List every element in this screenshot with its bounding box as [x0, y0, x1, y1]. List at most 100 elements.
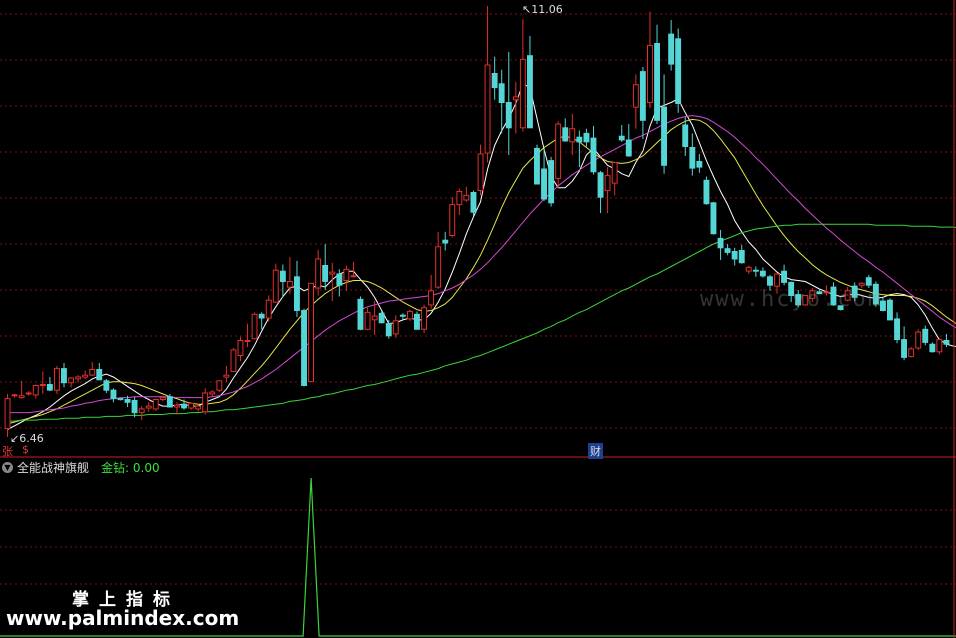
candle: [209, 390, 216, 397]
candle-body: [484, 64, 491, 154]
candle-body: [322, 265, 329, 282]
candle-body: [32, 385, 39, 396]
candle-body: [759, 270, 766, 277]
candle: [639, 66, 646, 140]
candle: [46, 377, 53, 392]
candle-body: [117, 398, 124, 401]
candle: [534, 144, 540, 185]
candle-body: [11, 394, 18, 397]
candle: [710, 201, 717, 235]
candle: [717, 229, 724, 260]
candle-body: [456, 191, 463, 206]
candle: [414, 311, 420, 330]
candle: [301, 308, 308, 387]
candle-body: [357, 298, 364, 330]
candle-body: [428, 290, 435, 306]
candle: [350, 261, 357, 278]
candle-body: [682, 124, 689, 147]
candle: [625, 124, 632, 157]
candle-body: [618, 135, 625, 141]
candle: [265, 295, 272, 322]
candle-body: [477, 153, 484, 191]
candle-body: [195, 405, 202, 410]
candle: [378, 311, 385, 324]
candle-body: [724, 248, 731, 253]
candle: [696, 154, 703, 173]
candle-body: [286, 281, 293, 288]
candle-body: [4, 398, 11, 430]
candle: [548, 156, 555, 207]
candle: [738, 244, 745, 264]
candle: [887, 298, 893, 321]
candle-body: [209, 391, 216, 395]
panel-frame: [0, 0, 956, 638]
candle: [237, 336, 244, 362]
candlesticks[interactable]: [4, 6, 950, 437]
candle-body: [569, 128, 576, 143]
candle-body: [915, 331, 922, 349]
candle: [576, 130, 583, 168]
indicator-value: 金钻: 0.00: [101, 461, 160, 475]
candle: [428, 274, 435, 309]
watermark-url: www.hcyo.com: [700, 287, 883, 312]
candle: [456, 188, 463, 215]
candle-body: [25, 392, 32, 395]
candle-body: [82, 374, 89, 378]
collapse-arrow-icon[interactable]: ▼: [2, 462, 13, 473]
candle-body: [159, 397, 166, 401]
candle-body: [138, 408, 145, 414]
candle: [308, 282, 315, 383]
candle: [4, 393, 11, 437]
candle: [611, 162, 618, 196]
candle: [752, 266, 759, 277]
candle: [498, 69, 505, 134]
candle: [590, 125, 597, 175]
candle: [54, 365, 60, 394]
candle: [279, 264, 286, 298]
candle: [25, 391, 32, 396]
candle-body: [378, 312, 385, 324]
event-mark-cai[interactable]: 财: [588, 443, 603, 459]
candle-body: [399, 314, 406, 317]
candle-body: [89, 369, 96, 376]
candle-body: [265, 299, 272, 319]
candle: [223, 365, 230, 382]
candle: [745, 265, 752, 274]
candle: [908, 347, 915, 358]
candle-body: [865, 277, 872, 286]
stock-chart: [0, 0, 956, 638]
candle-body: [703, 179, 710, 205]
candle: [689, 133, 696, 176]
candle-body: [647, 44, 653, 104]
candle-body: [498, 83, 505, 104]
price-grid: [0, 13, 956, 429]
candle: [632, 74, 639, 129]
candle-body: [124, 399, 131, 403]
candle-body: [371, 315, 378, 321]
candle-body: [901, 339, 907, 358]
candle: [668, 20, 675, 71]
candle: [675, 28, 682, 113]
candle: [96, 362, 103, 381]
moving-average-lines: [7, 83, 956, 430]
candle: [258, 312, 265, 330]
candle-body: [731, 251, 738, 260]
indicator-name[interactable]: 全能战神旗舰: [17, 459, 89, 476]
candle: [703, 176, 710, 205]
candle: [407, 309, 413, 321]
candle: [392, 315, 399, 338]
candle-body: [301, 310, 308, 386]
candle: [272, 263, 279, 304]
candle-body: [68, 377, 74, 384]
candle-body: [294, 276, 300, 311]
candle: [82, 370, 89, 379]
candle-body: [18, 395, 25, 399]
candle-body: [174, 404, 180, 408]
candle: [894, 312, 900, 344]
candle-body: [470, 192, 477, 213]
candle-body: [632, 84, 639, 108]
watermark-site: www.palmindex.com: [6, 606, 240, 630]
candle-body: [61, 368, 67, 384]
candle-body: [534, 147, 540, 185]
candle: [364, 307, 371, 331]
